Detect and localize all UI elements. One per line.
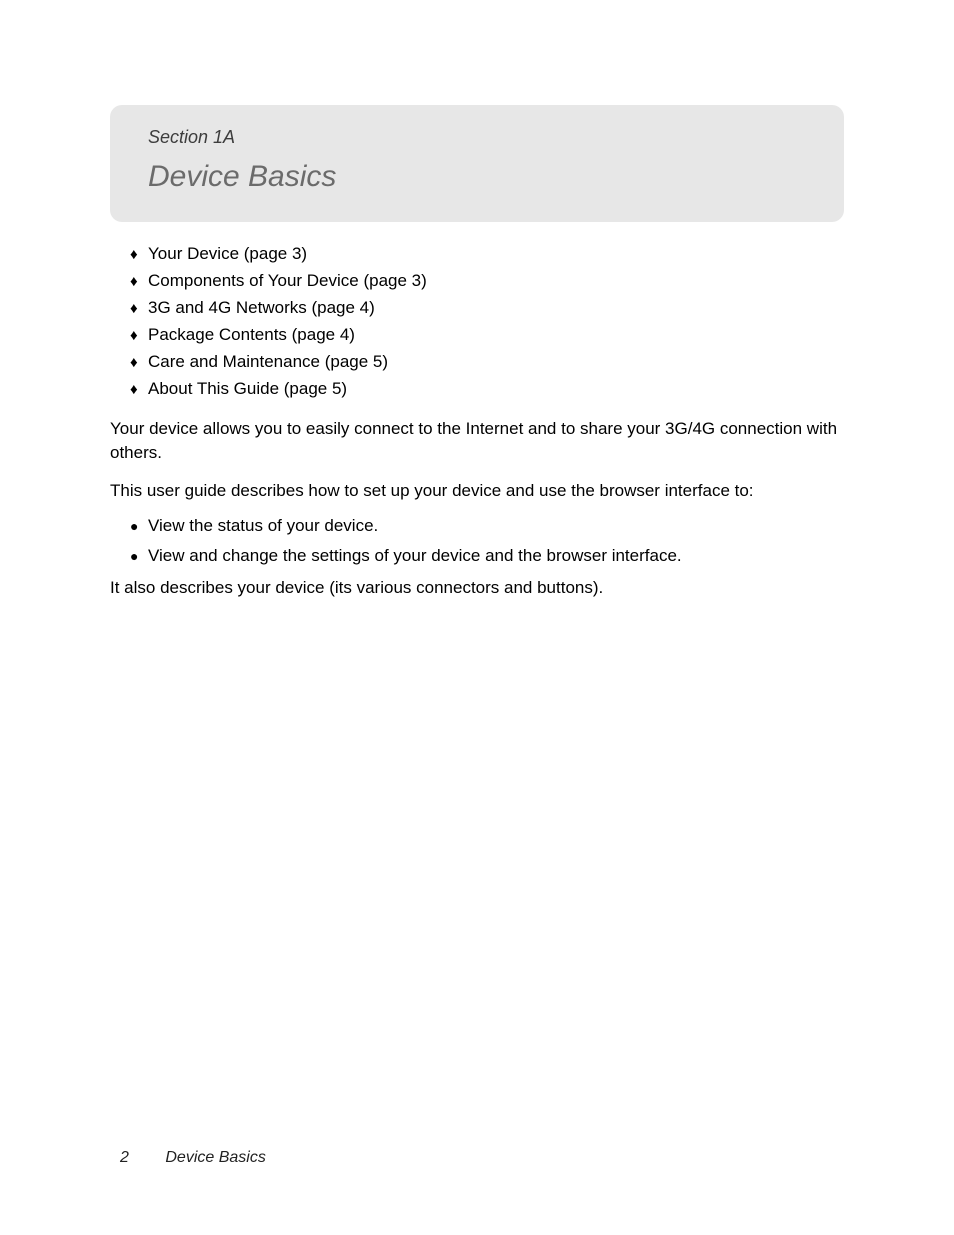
body-paragraph: It also describes your device (its vario… xyxy=(110,576,844,600)
section-header-box: Section 1A Device Basics xyxy=(110,105,844,222)
toc-item-label: 3G and 4G Networks (page 4) xyxy=(148,298,375,318)
section-title: Device Basics xyxy=(148,160,806,194)
toc-item-label: Your Device (page 3) xyxy=(148,244,307,264)
bullet-icon: ● xyxy=(130,548,148,564)
toc-item: ♦ Package Contents (page 4) xyxy=(130,325,844,345)
toc-item: ♦ Components of Your Device (page 3) xyxy=(130,271,844,291)
list-item-label: View the status of your device. xyxy=(148,516,378,536)
section-label: Section 1A xyxy=(148,127,806,148)
list-item: ● View and change the settings of your d… xyxy=(130,546,844,566)
toc-item-label: About This Guide (page 5) xyxy=(148,379,347,399)
body-paragraph: This user guide describes how to set up … xyxy=(110,479,844,503)
list-item: ● View the status of your device. xyxy=(130,516,844,536)
bullet-icon: ● xyxy=(130,518,148,534)
toc-item-label: Package Contents (page 4) xyxy=(148,325,355,345)
page-number: 2 xyxy=(120,1149,129,1166)
toc-item-label: Care and Maintenance (page 5) xyxy=(148,352,388,372)
table-of-contents: ♦ Your Device (page 3) ♦ Components of Y… xyxy=(130,244,844,399)
page-footer: 2 Device Basics xyxy=(120,1149,266,1167)
diamond-icon: ♦ xyxy=(130,273,148,290)
diamond-icon: ♦ xyxy=(130,381,148,398)
toc-item: ♦ Your Device (page 3) xyxy=(130,244,844,264)
bullet-list: ● View the status of your device. ● View… xyxy=(130,516,844,566)
toc-item-label: Components of Your Device (page 3) xyxy=(148,271,427,291)
diamond-icon: ♦ xyxy=(130,300,148,317)
footer-title: Device Basics xyxy=(165,1149,265,1166)
toc-item: ♦ About This Guide (page 5) xyxy=(130,379,844,399)
toc-item: ♦ Care and Maintenance (page 5) xyxy=(130,352,844,372)
body-paragraph: Your device allows you to easily connect… xyxy=(110,417,844,465)
diamond-icon: ♦ xyxy=(130,327,148,344)
page-content: Section 1A Device Basics ♦ Your Device (… xyxy=(0,0,954,600)
toc-item: ♦ 3G and 4G Networks (page 4) xyxy=(130,298,844,318)
list-item-label: View and change the settings of your dev… xyxy=(148,546,682,566)
diamond-icon: ♦ xyxy=(130,246,148,263)
diamond-icon: ♦ xyxy=(130,354,148,371)
